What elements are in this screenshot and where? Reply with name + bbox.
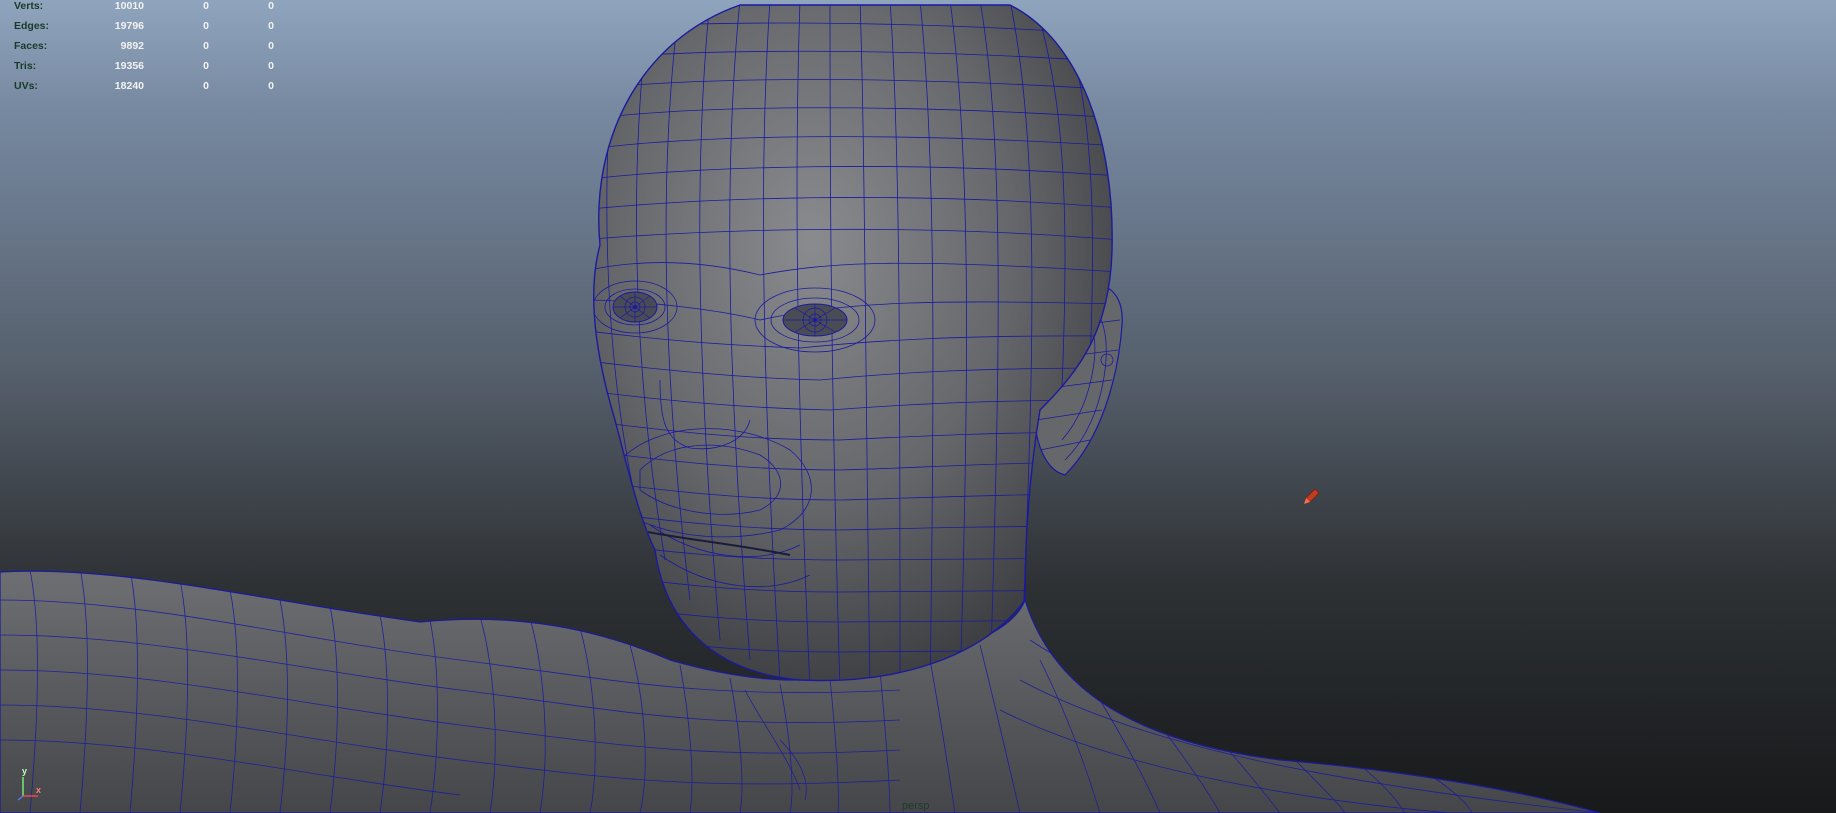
hud-component: 0: [268, 80, 274, 92]
camera-name-label: persp: [902, 800, 930, 812]
hud-selected: 0: [203, 40, 209, 52]
hud-component: 0: [268, 40, 274, 52]
hud-total: 10010: [114, 0, 144, 12]
3d-viewport[interactable]: Verts: 10010 0 0 Edges: 19796 0 0 Faces:…: [0, 0, 1836, 813]
hud-selected: 0: [203, 20, 209, 32]
hud-label: UVs:: [14, 80, 38, 92]
poly-count-hud: Verts: 10010 0 0 Edges: 19796 0 0 Faces:…: [14, 0, 284, 100]
hud-row-uvs: UVs: 18240 0 0: [14, 80, 284, 100]
hud-selected: 0: [203, 80, 209, 92]
axis-y-label: y: [22, 766, 28, 776]
head-model[interactable]: [0, 0, 1836, 813]
hud-selected: 0: [203, 0, 209, 12]
hud-selected: 0: [203, 60, 209, 72]
hud-label: Faces:: [14, 40, 48, 52]
axis-x-label: x: [36, 785, 42, 795]
hud-label: Edges:: [14, 20, 50, 32]
hud-label: Tris:: [14, 60, 37, 72]
pencil-icon: [1303, 488, 1320, 505]
hud-row-verts: Verts: 10010 0 0: [14, 0, 284, 20]
hud-total: 9892: [120, 40, 144, 52]
hud-total: 19356: [114, 60, 144, 72]
hud-row-faces: Faces: 9892 0 0: [14, 40, 284, 60]
hud-component: 0: [268, 20, 274, 32]
hud-total: 19796: [114, 20, 144, 32]
hud-row-edges: Edges: 19796 0 0: [14, 20, 284, 40]
hud-row-tris: Tris: 19356 0 0: [14, 60, 284, 80]
hud-total: 18240: [114, 80, 144, 92]
hud-label: Verts:: [14, 0, 44, 12]
hud-component: 0: [268, 60, 274, 72]
axis-gizmo-icon: y x: [14, 766, 48, 802]
hud-component: 0: [268, 0, 274, 12]
